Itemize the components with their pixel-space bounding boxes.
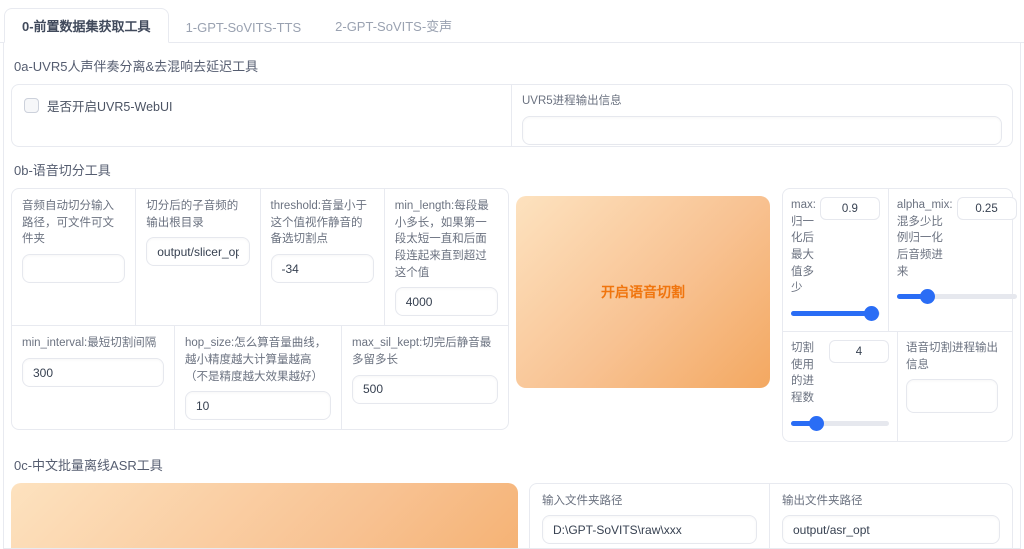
- asr-paths-card: 输入文件夹路径 输出文件夹路径: [529, 482, 1013, 548]
- uvr5-webui-checkbox[interactable]: [24, 98, 39, 113]
- start-offline-batch-asr-button[interactable]: 开启离线批量ASR: [11, 482, 518, 548]
- slicer-output-textbox[interactable]: [906, 379, 998, 414]
- slice-input-path-input[interactable]: [22, 254, 126, 284]
- slider-max-cell: max:归一化后最大值多少: [783, 189, 889, 332]
- asr-right-column: 输入文件夹路径 输出文件夹路径 ASR 模型 达摩 ASR (中文): [529, 482, 1013, 548]
- tab-gpt-sovits-voice-change[interactable]: 2-GPT-SoVITS-变声: [318, 9, 469, 42]
- slider-alpha-mix-cell: alpha_mix:混多少比例归一化后音频进来: [889, 189, 1020, 331]
- field-threshold: threshold:音量小于这个值视作静音的备选切割点: [261, 189, 385, 326]
- field-min-length: min_length:每段最小多长，如果第一段太短一直和后面段连起来直到超过这个…: [385, 189, 508, 325]
- hop-size-input[interactable]: [185, 391, 331, 421]
- start-voice-slicing-button[interactable]: 开启语音切割: [516, 196, 770, 388]
- alpha-mix-slider-label: alpha_mix:混多少比例归一化后音频进来: [896, 199, 953, 278]
- min-length-label: min_length:每段最小多长，如果第一段太短一直和后面段连起来直到超过这个…: [394, 200, 489, 279]
- alpha-mix-slider-handle[interactable]: [919, 289, 935, 305]
- slice-input-path-label: 音频自动切分输入路径，可文件可文件夹: [22, 200, 114, 246]
- slice-output-dir-label: 切分后的子音频的输出根目录: [146, 200, 239, 229]
- threshold-input[interactable]: [270, 254, 374, 284]
- max-slider-handle[interactable]: [864, 306, 880, 322]
- field-hop-size: hop_size:怎么算音量曲线，越小精度越大计算量越高（不是精度越大效果越好）: [175, 326, 342, 430]
- uvr5-output-label: UVR5进程输出信息: [522, 95, 622, 107]
- slice-output-dir-input[interactable]: [146, 237, 250, 267]
- tab-bar: 0-前置数据集获取工具 1-GPT-SoVITS-TTS 2-GPT-SoVIT…: [0, 0, 1024, 43]
- sliders-row-2: 切割使用的进程数 语音切割进程输出信息: [783, 332, 1012, 441]
- asr-input-folder-cell: 输入文件夹路径: [530, 483, 770, 548]
- alpha-mix-slider[interactable]: [896, 289, 1017, 305]
- slicer-params-card: 音频自动切分输入路径，可文件可文件夹 切分后的子音频的输出根目录 thresho…: [11, 188, 509, 431]
- min-interval-label: min_interval:最短切割间隔: [22, 337, 157, 350]
- slider-nprocess-cell: 切割使用的进程数: [783, 332, 898, 441]
- tab-content-panel: 0a-UVR5人声伴奏分离&去混响去延迟工具 是否开启UVR5-WebUI UV…: [3, 43, 1021, 549]
- max-number-input[interactable]: [819, 197, 880, 220]
- threshold-label: threshold:音量小于这个值视作静音的备选切割点: [270, 200, 368, 246]
- uvr5-checkbox-row[interactable]: 是否开启UVR5-WebUI: [24, 96, 499, 115]
- slicer-row: 音频自动切分输入路径，可文件可文件夹 切分后的子音频的输出根目录 thresho…: [11, 188, 1017, 442]
- max-sil-kept-input[interactable]: [352, 374, 498, 404]
- max-slider[interactable]: [791, 306, 880, 322]
- uvr5-checkbox-cell: 是否开启UVR5-WebUI: [12, 85, 512, 146]
- field-slice-input-path: 音频自动切分输入路径，可文件可文件夹: [12, 189, 137, 326]
- tab-gpt-sovits-tts[interactable]: 1-GPT-SoVITS-TTS: [169, 13, 319, 42]
- max-sil-kept-label: max_sil_kept:切完后静音最多留多长: [352, 337, 492, 367]
- asr-output-folder-label: 输出文件夹路径: [782, 494, 863, 507]
- slicer-params-row-1: 音频自动切分输入路径，可文件可文件夹 切分后的子音频的输出根目录 thresho…: [12, 189, 508, 327]
- section-title-slicer: 0b-语音切分工具: [14, 163, 111, 178]
- asr-output-folder-cell: 输出文件夹路径: [770, 484, 1012, 548]
- nprocess-number-input[interactable]: [829, 340, 889, 364]
- uvr5-card: 是否开启UVR5-WebUI UVR5进程输出信息: [11, 84, 1013, 147]
- field-max-sil-kept: max_sil_kept:切完后静音最多留多长: [342, 326, 508, 429]
- nprocess-slider-label: 切割使用的进程数: [791, 342, 814, 405]
- asr-row: 开启离线批量ASR 输入文件夹路径 输出文件夹路径 ASR 模型 达摩 ASR …: [11, 482, 1013, 548]
- nprocess-slider-handle[interactable]: [808, 415, 824, 431]
- field-slice-output-dir: 切分后的子音频的输出根目录: [136, 189, 261, 326]
- section-title-asr: 0c-中文批量离线ASR工具: [14, 457, 163, 473]
- field-min-interval: min_interval:最短切割间隔: [12, 326, 175, 430]
- asr-input-folder-label: 输入文件夹路径: [542, 494, 623, 507]
- asr-output-folder-input[interactable]: [782, 515, 1000, 545]
- sliders-row-1: max:归一化后最大值多少 alpha_mix:混多少比例归一化后音频进来: [783, 189, 1017, 333]
- slicer-params-row-2: min_interval:最短切割间隔 hop_size:怎么算音量曲线，越小精…: [12, 326, 508, 430]
- section-title-uvr5: 0a-UVR5人声伴奏分离&去混响去延迟工具: [14, 59, 259, 74]
- nprocess-slider[interactable]: [791, 415, 889, 431]
- max-slider-label: max:归一化后最大值多少: [791, 199, 816, 295]
- slicer-sliders-card: max:归一化后最大值多少 alpha_mix:混多少比例归一化后音频进来: [782, 188, 1017, 442]
- slicer-output-cell: 语音切割进程输出信息: [898, 332, 1012, 441]
- slicer-output-label: 语音切割进程输出信息: [906, 342, 998, 371]
- uvr5-checkbox-label: 是否开启UVR5-WebUI: [47, 100, 173, 114]
- min-length-input[interactable]: [394, 287, 498, 317]
- asr-input-folder-input[interactable]: [542, 515, 757, 545]
- uvr5-output-cell: UVR5进程输出信息: [512, 85, 1012, 146]
- uvr5-output-textbox[interactable]: [522, 115, 1002, 145]
- alpha-mix-number-input[interactable]: [956, 197, 1017, 220]
- tab-dataset-tools[interactable]: 0-前置数据集获取工具: [4, 8, 169, 43]
- min-interval-input[interactable]: [22, 358, 164, 388]
- hop-size-label: hop_size:怎么算音量曲线，越小精度越大计算量越高（不是精度越大效果越好）: [185, 337, 327, 383]
